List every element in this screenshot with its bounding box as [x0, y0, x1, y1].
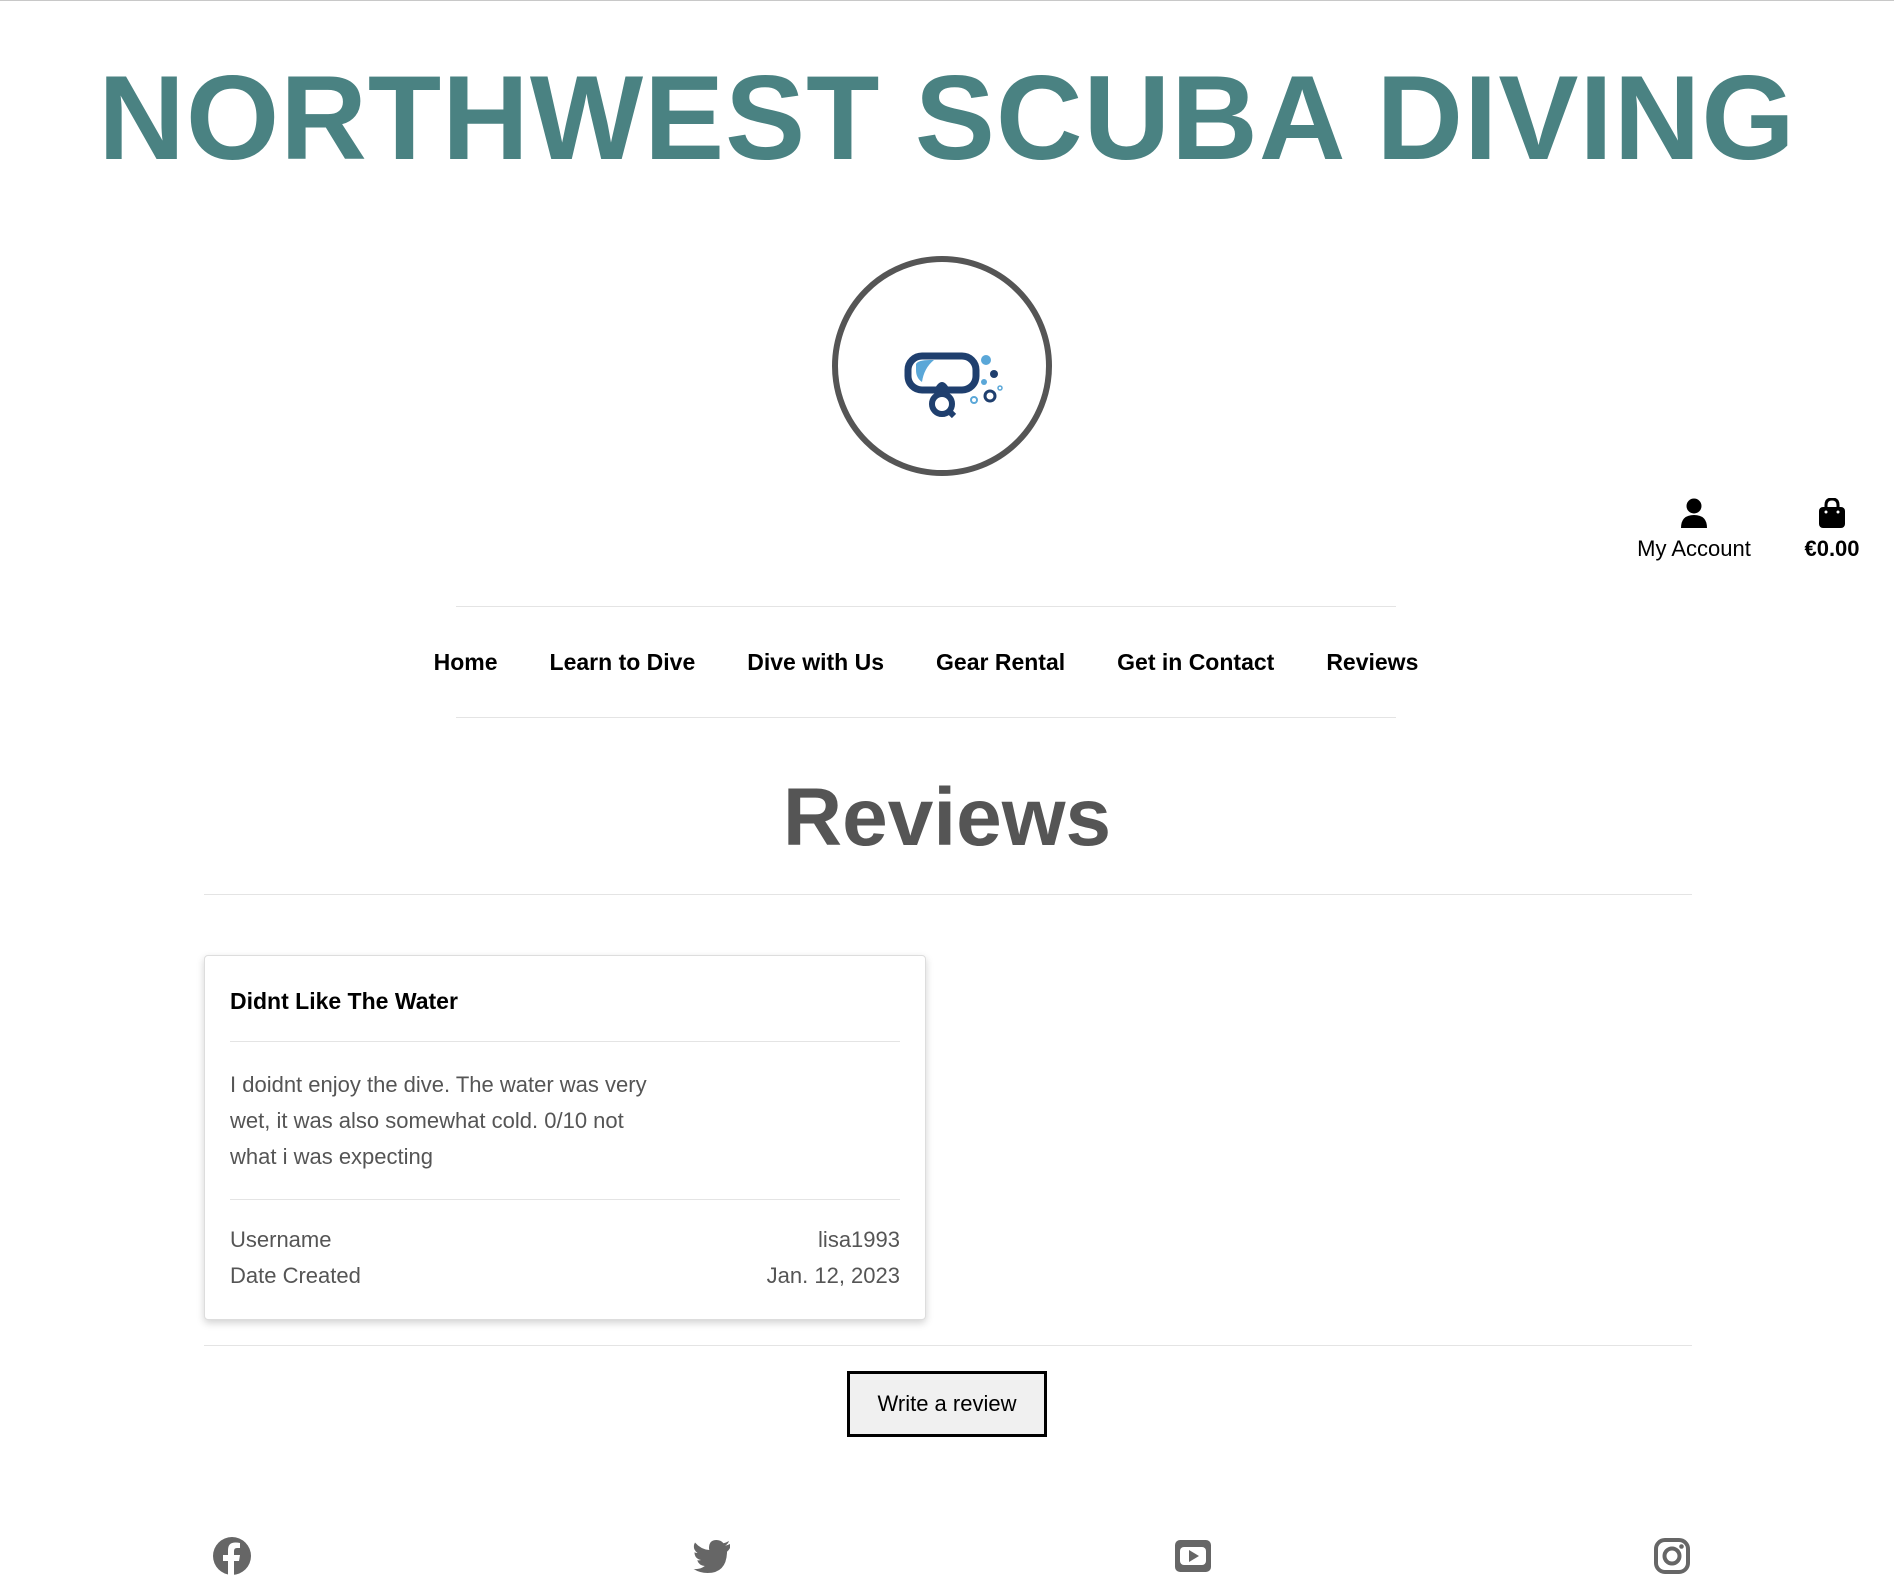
heading-divider	[204, 894, 1692, 895]
cart-total: €0.00	[1804, 536, 1860, 561]
youtube-icon[interactable]	[1173, 1536, 1213, 1576]
review-card: Didnt Like The Water I doidnt enjoy the …	[204, 955, 926, 1320]
review-date-row: Date Created Jan. 12, 2023	[230, 1263, 900, 1289]
card-divider	[230, 1041, 900, 1042]
nav-item-gear-rental[interactable]: Gear Rental	[936, 649, 1065, 676]
site-title[interactable]: NORTHWEST SCUBA DIVING	[0, 48, 1894, 188]
shopping-bag-link[interactable]: €0.00	[1788, 498, 1876, 562]
instagram-icon[interactable]	[1652, 1536, 1692, 1576]
reviews-divider	[204, 1345, 1692, 1346]
top-border	[0, 0, 1894, 1]
review-username-row: Username lisa1993	[230, 1227, 900, 1253]
review-body: I doidnt enjoy the dive. The water was v…	[230, 1072, 647, 1169]
nav-item-dive-with-us[interactable]: Dive with Us	[747, 649, 884, 676]
my-account-label: My Account	[1637, 536, 1751, 561]
username-label: Username	[230, 1227, 332, 1252]
facebook-icon[interactable]	[212, 1536, 252, 1576]
nav-item-get-in-contact[interactable]: Get in Contact	[1117, 649, 1274, 676]
username-value: lisa1993	[818, 1227, 900, 1252]
shopping-bag-icon	[1819, 498, 1845, 528]
user-icon	[1681, 498, 1707, 528]
review-title: Didnt Like The Water	[230, 988, 458, 1014]
my-account-link[interactable]: My Account	[1628, 498, 1760, 562]
date-value: Jan. 12, 2023	[766, 1263, 900, 1288]
page-title: Reviews	[782, 772, 1112, 863]
main-nav: Home Learn to Dive Dive with Us Gear Ren…	[434, 606, 1418, 718]
nav-item-home[interactable]: Home	[434, 649, 498, 676]
twitter-icon[interactable]	[692, 1536, 732, 1576]
nav-item-reviews[interactable]: Reviews	[1326, 649, 1418, 676]
scuba-mask-icon	[904, 352, 1003, 418]
card-divider	[230, 1199, 900, 1200]
nav-item-learn-to-dive[interactable]: Learn to Dive	[550, 649, 696, 676]
write-review-button[interactable]: Write a review	[847, 1371, 1047, 1437]
date-label: Date Created	[230, 1263, 361, 1288]
site-logo[interactable]	[832, 256, 1052, 476]
